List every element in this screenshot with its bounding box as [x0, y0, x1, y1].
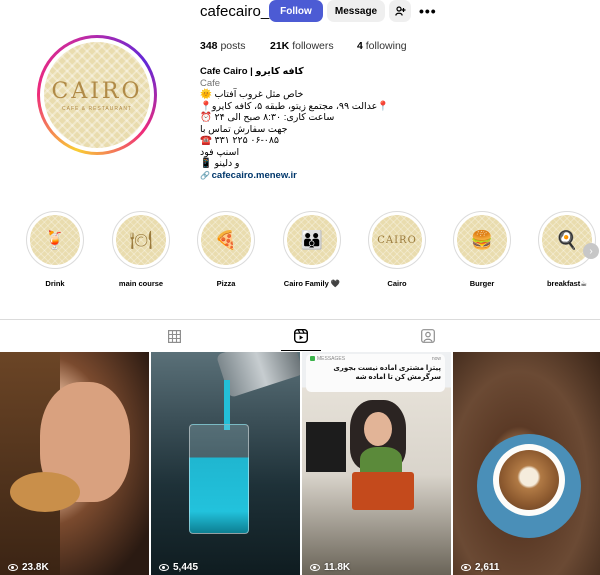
highlight-label: Cairo: [387, 279, 407, 288]
highlight-ring: 🍳: [538, 211, 596, 269]
bio-line: و دلینو 📱: [200, 158, 240, 169]
highlight-cairo[interactable]: CAIRO Cairo: [366, 211, 428, 288]
family-icon: 👪: [287, 215, 337, 265]
pizza-icon: 🍕: [201, 215, 251, 265]
following-label: following: [365, 40, 407, 52]
reel-thumbnail-pour: [224, 380, 230, 430]
reel-thumbnail-monitor: [306, 422, 346, 472]
reel-views: 5,445: [173, 562, 199, 573]
reel-thumbnail-latte: [499, 450, 559, 510]
reel-tile[interactable]: 5,445: [151, 352, 300, 575]
reel-thumbnail-face: [364, 412, 392, 446]
highlight-label: Burger: [469, 279, 495, 288]
logo-text: CAIRO: [51, 78, 143, 104]
eye-icon: [8, 564, 18, 571]
logo-subtext: CAFE & RESTAURANT: [62, 105, 132, 112]
bio-line: خاص مثل غروب آفتاب 🌞: [200, 89, 304, 100]
following-number: 4: [357, 40, 363, 52]
bio-category: Cafe: [200, 77, 221, 89]
reel-view-count: 2,611: [461, 562, 499, 573]
posts-number: 348: [200, 40, 218, 52]
highlight-cairo-family[interactable]: 👪 Cairo Family 🖤: [281, 211, 343, 288]
eye-icon: [461, 564, 471, 571]
message-text: پیتزا مشتری اماده نیست بجوری سرگرمش کن ت…: [333, 365, 441, 381]
bio-line: 📍عدالت ۹۹، مجتمع زیتو، طبقه ۵، کافه کایر…: [200, 100, 390, 112]
reel-tile[interactable]: MESSAGES now پیتزا مشتری اماده نیست بجور…: [302, 352, 451, 575]
breakfast-icon: 🍳: [542, 215, 592, 265]
highlight-ring: 🍕: [197, 211, 255, 269]
highlight-ring: 👪: [283, 211, 341, 269]
highlight-ring: 🍽: [112, 211, 170, 269]
reel-thumbnail-food: [10, 472, 80, 512]
profile-bio: Cafe Cairo | کافه کایرو Cafe خاص مثل غرو…: [200, 66, 430, 181]
highlight-ring: 🍹: [26, 211, 84, 269]
reel-thumbnail-box: [352, 472, 414, 510]
cutlery-icon: 🍽: [116, 215, 166, 265]
avatar-inner: CAIRO CAFE & RESTAURANT: [40, 38, 154, 152]
reel-tile[interactable]: 23.8K: [0, 352, 149, 575]
eye-icon: [159, 564, 169, 571]
reel-view-count: 23.8K: [8, 562, 49, 573]
bio-name: Cafe Cairo | کافه کایرو: [200, 66, 304, 77]
follow-button[interactable]: Follow: [269, 0, 323, 22]
reel-tile[interactable]: 2,611: [453, 352, 600, 575]
posts-tab[interactable]: [166, 328, 182, 344]
drink-icon: 🍹: [30, 215, 80, 265]
bio-line: ☎️ ۳۳۱ ۲۲۵ ۰۶-۰۸۵: [200, 135, 280, 146]
eye-icon: [310, 564, 320, 571]
burger-icon: 🍔: [457, 215, 507, 265]
highlight-burger[interactable]: 🍔 Burger: [451, 211, 513, 288]
reels-icon: [294, 329, 308, 343]
message-app-name: MESSAGES: [310, 356, 345, 362]
suggested-accounts-button[interactable]: [389, 0, 411, 22]
message-header: MESSAGES now: [310, 356, 441, 362]
profile-avatar[interactable]: CAIRO CAFE & RESTAURANT: [37, 35, 157, 155]
message-app-label: MESSAGES: [317, 356, 346, 362]
link-icon: 🔗: [200, 170, 210, 180]
following-count[interactable]: 4 following: [357, 40, 407, 52]
followers-count[interactable]: 21K followers: [270, 40, 334, 52]
highlight-label: Cairo Family 🖤: [283, 279, 341, 288]
highlight-label: breakfast☕: [546, 279, 588, 288]
message-button[interactable]: Message: [327, 0, 385, 22]
bio-link-row[interactable]: 🔗 cafecairo.menew.ir: [200, 170, 430, 182]
reel-views: 11.8K: [324, 562, 351, 573]
highlight-label: Drink: [45, 279, 65, 288]
chevron-right-icon[interactable]: ›: [583, 243, 599, 259]
reel-views: 23.8K: [22, 562, 49, 573]
tagged-icon: [421, 329, 435, 343]
active-tab-indicator: [281, 350, 321, 351]
reels-tab[interactable]: [293, 328, 309, 344]
add-person-icon: [394, 6, 405, 16]
avatar-logo: CAIRO CAFE & RESTAURANT: [44, 42, 150, 148]
cairo-logo-icon: CAIRO: [372, 215, 422, 265]
profile-username: cafecairo_: [200, 3, 270, 20]
highlight-drink[interactable]: 🍹 Drink: [24, 211, 86, 288]
bio-line: اسنپ فود: [200, 146, 240, 158]
highlight-ring: 🍔: [453, 211, 511, 269]
followers-label: followers: [292, 40, 334, 52]
bio-line: ساعت کاری: ۸:۳۰ صبح الی ۲۴ ⏰: [200, 112, 335, 123]
bio-link[interactable]: cafecairo.menew.ir: [212, 170, 297, 181]
tabs-divider: [0, 319, 600, 320]
reel-view-count: 5,445: [159, 562, 198, 573]
grid-icon: [167, 329, 181, 343]
tagged-tab[interactable]: [420, 328, 436, 344]
posts-count[interactable]: 348 posts: [200, 40, 246, 52]
message-notification: MESSAGES now پیتزا مشتری اماده نیست بجور…: [306, 354, 445, 392]
reel-views: 2,611: [475, 562, 500, 573]
followers-number: 21K: [270, 40, 290, 52]
message-time: now: [431, 356, 441, 362]
more-options-icon[interactable]: •••: [419, 3, 437, 19]
highlight-label: Pizza: [216, 279, 236, 288]
messages-app-icon: [310, 356, 315, 362]
reel-thumbnail-glass: [189, 424, 249, 534]
highlight-pizza[interactable]: 🍕 Pizza: [195, 211, 257, 288]
highlight-label: main course: [118, 279, 164, 288]
posts-label: posts: [220, 40, 246, 52]
bio-line: جهت سفارش تماس با: [200, 123, 288, 135]
highlight-ring: CAIRO: [368, 211, 426, 269]
reel-view-count: 11.8K: [310, 562, 350, 573]
highlight-main-course[interactable]: 🍽 main course: [110, 211, 172, 288]
